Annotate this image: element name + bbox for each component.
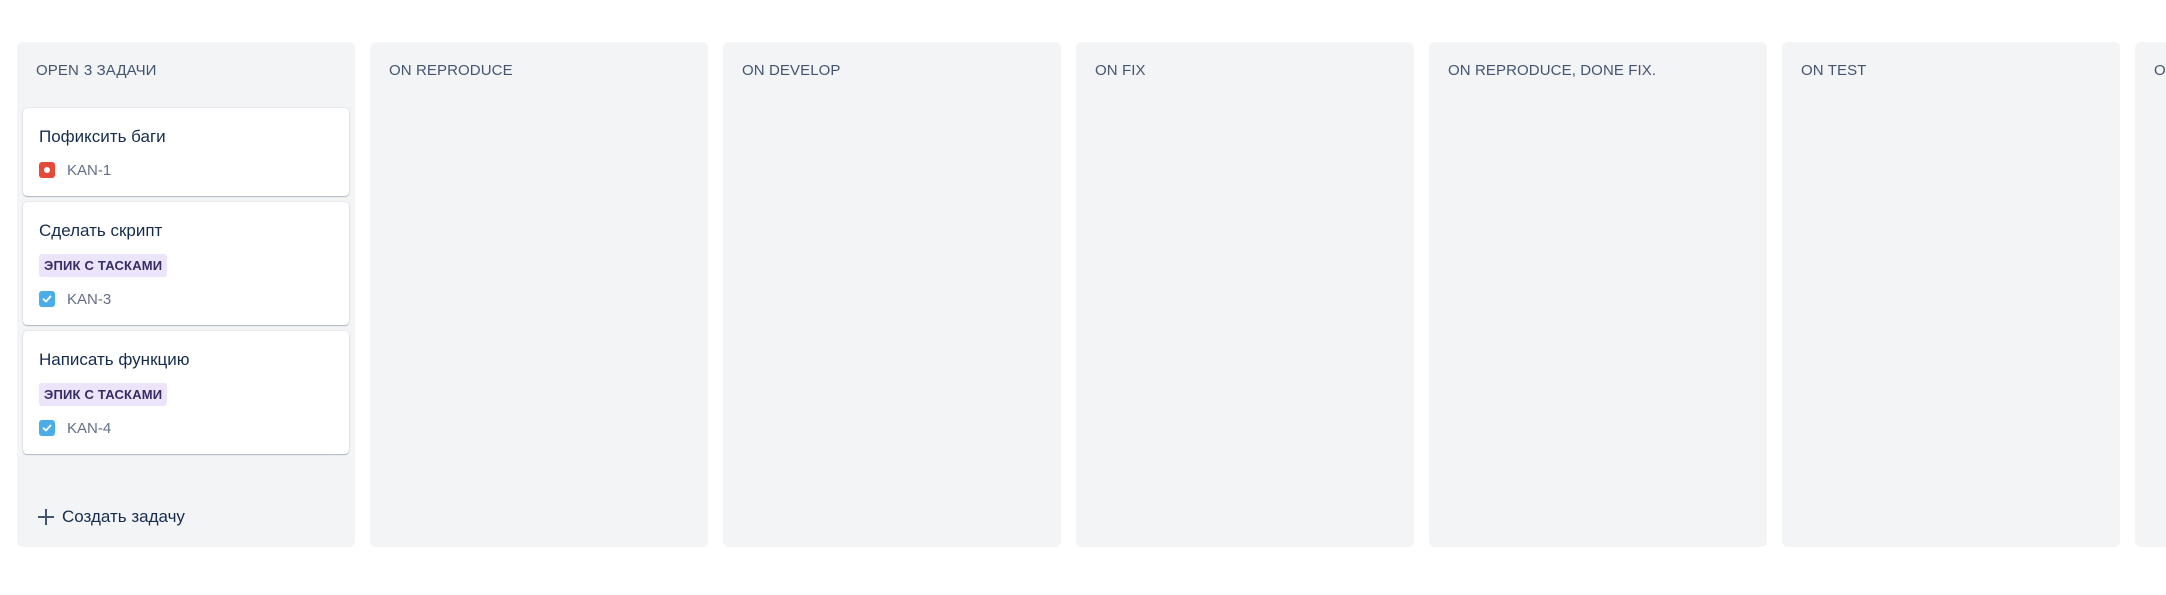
column-title: ON REPRODUCE xyxy=(389,62,513,79)
issue-card-kan-3[interactable]: Сделать скрипт ЭПИК С ТАСКАМИ KAN-3 xyxy=(23,202,349,325)
task-checkbox-icon xyxy=(39,291,55,307)
issue-key[interactable]: KAN-1 xyxy=(67,162,111,179)
column-issue-count: 3 ЗАДАЧИ xyxy=(83,62,157,79)
plus-icon xyxy=(38,509,54,525)
column-on-develop: ON DEVELOP xyxy=(723,42,1061,547)
column-title: ON TEST xyxy=(1801,62,1867,79)
card-title: Написать функцию xyxy=(39,350,190,369)
column-on-reproduce-done-fix: ON REPRODUCE, DONE FIX. xyxy=(1429,42,1767,547)
epic-tag[interactable]: ЭПИК С ТАСКАМИ xyxy=(39,383,168,406)
column-on-test: ON TEST xyxy=(1782,42,2120,547)
card-title: Пофиксить баги xyxy=(39,127,166,146)
column-on-reproduce: ON REPRODUCE xyxy=(370,42,708,547)
issue-card-kan-4[interactable]: Написать функцию ЭПИК С ТАСКАМИ KAN-4 xyxy=(23,331,349,454)
issue-key[interactable]: KAN-4 xyxy=(67,420,111,437)
card-title: Сделать скрипт xyxy=(39,221,163,240)
column-title: ON REPRODUCE, DONE FIX. xyxy=(1448,62,1657,79)
column-title: OPEN xyxy=(36,62,79,79)
create-task-button[interactable]: Создать задачу xyxy=(38,507,185,527)
column-on-fix: ON FIX xyxy=(1076,42,1414,547)
column-title: ON DEVELOP xyxy=(742,62,841,79)
bug-icon xyxy=(39,162,55,178)
card-meta: KAN-3 xyxy=(39,289,333,309)
column-open: OPEN 3 ЗАДАЧИ Пофиксить баги KAN-1 Сделат… xyxy=(17,42,355,547)
issue-card-kan-1[interactable]: Пофиксить баги KAN-1 xyxy=(23,108,349,196)
epic-tag[interactable]: ЭПИК С ТАСКАМИ xyxy=(39,254,168,277)
create-task-label: Создать задачу xyxy=(62,507,185,526)
card-meta: KAN-4 xyxy=(39,418,333,438)
column-partial: ON xyxy=(2135,42,2166,547)
column-header: OPEN 3 ЗАДАЧИ xyxy=(36,62,157,79)
column-title: ON xyxy=(2154,62,2166,79)
card-list: Пофиксить баги KAN-1 Сделать скрипт ЭПИК… xyxy=(23,108,349,460)
column-title: ON FIX xyxy=(1095,62,1146,79)
task-checkbox-icon xyxy=(39,420,55,436)
card-meta: KAN-1 xyxy=(39,160,333,180)
issue-key[interactable]: KAN-3 xyxy=(67,291,111,308)
kanban-board: OPEN 3 ЗАДАЧИ Пофиксить баги KAN-1 Сделат… xyxy=(17,42,2166,547)
